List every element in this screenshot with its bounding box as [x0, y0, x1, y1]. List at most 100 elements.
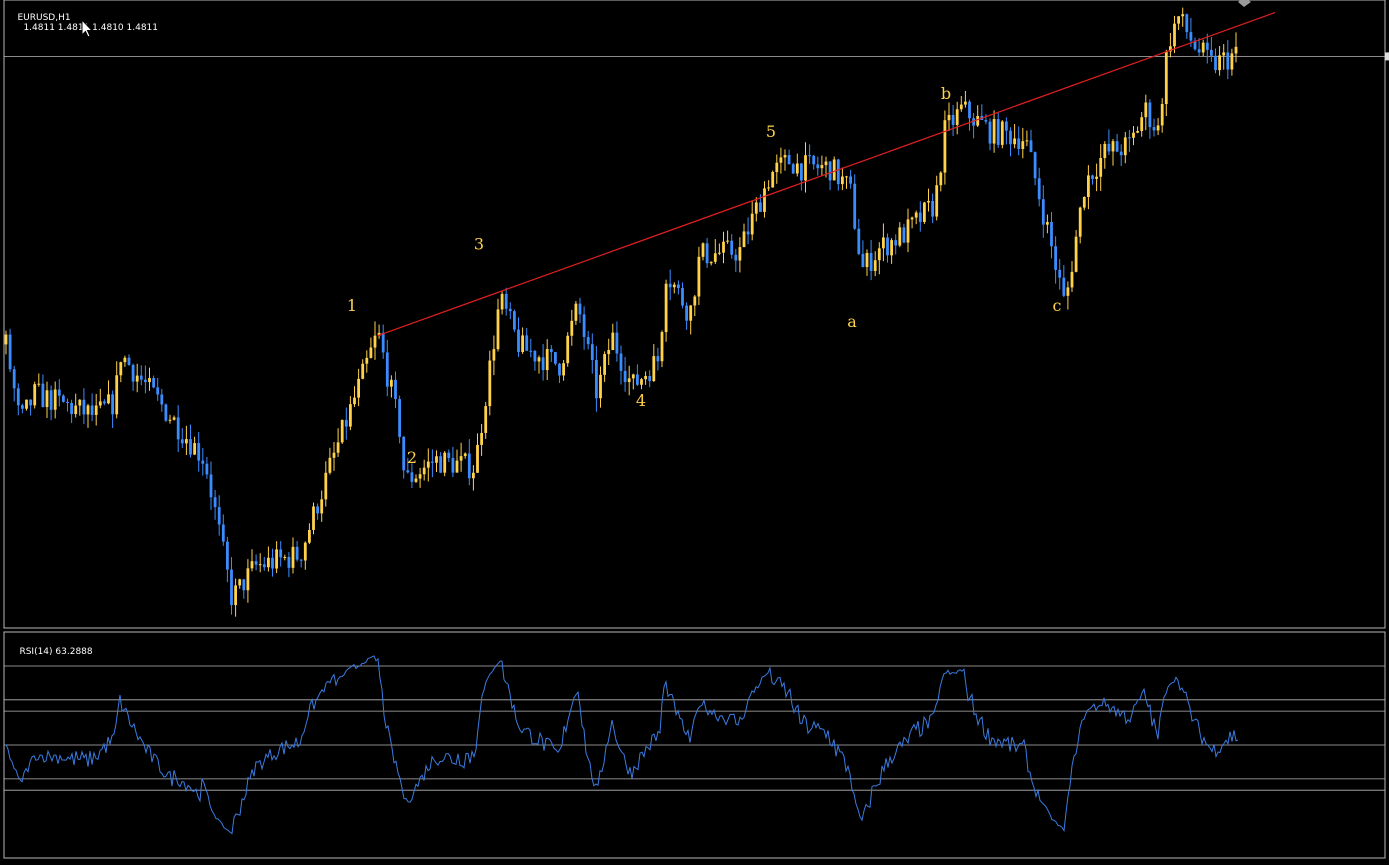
wave-label-1: 1 — [347, 296, 357, 315]
wave-label-4: 4 — [636, 391, 646, 410]
candle-bear — [619, 353, 623, 371]
candle-bull — [303, 542, 307, 561]
candle-bull — [361, 363, 365, 379]
candle-bear — [242, 579, 246, 591]
candle-bull — [820, 165, 824, 169]
candle-bull — [1201, 42, 1205, 53]
wave-label-c: c — [1053, 296, 1062, 315]
candle-bull — [718, 252, 721, 254]
candle-bull — [37, 383, 41, 385]
candle-bull — [86, 405, 90, 415]
wave-label-5: 5 — [766, 122, 776, 141]
candle-bear — [164, 404, 168, 421]
candle-bear — [1037, 178, 1041, 200]
candle-bull — [193, 443, 196, 455]
candle-bear — [394, 379, 397, 400]
candle-bull — [767, 187, 770, 189]
candle-bear — [787, 155, 791, 165]
candle-bull — [1156, 125, 1160, 131]
candle-bull — [910, 217, 914, 220]
candle-bear — [12, 369, 16, 389]
candle-bear — [549, 348, 553, 353]
candle-bull — [74, 405, 78, 415]
candle-bear — [209, 474, 213, 498]
candle-bull — [168, 419, 172, 421]
symbol-label: EURUSD,H1 — [17, 13, 71, 23]
candle-bull — [246, 568, 250, 591]
candle-bear — [90, 405, 94, 415]
candle-bear — [205, 463, 209, 475]
candle-bull — [488, 360, 492, 407]
candle-bear — [217, 507, 221, 525]
candle-bear — [849, 176, 852, 184]
candle-bear — [857, 228, 861, 254]
candle-bear — [1189, 32, 1193, 41]
candle-bull — [754, 202, 758, 214]
chart-window[interactable]: 12345abc EURUSD,H1 1.4811 1.4811 1.4810 … — [0, 0, 1389, 861]
candle-bear — [271, 557, 274, 569]
candle-bear — [1107, 143, 1111, 152]
candle-bull — [365, 357, 369, 364]
candle-bull — [652, 356, 656, 382]
candle-bear — [931, 200, 934, 217]
candle-bull — [763, 188, 766, 212]
candle-bear — [996, 119, 1000, 145]
candle-bull — [369, 347, 373, 358]
candle-bull — [566, 335, 570, 364]
candle-bull — [1095, 176, 1098, 179]
candle-bear — [1091, 175, 1094, 179]
candle-bear — [1033, 152, 1037, 179]
candle-bull — [841, 176, 844, 185]
candle-bull — [701, 243, 705, 257]
candle-bull — [927, 200, 930, 203]
candle-bull — [722, 241, 725, 253]
candle-bull — [1078, 207, 1082, 237]
candle-bear — [8, 334, 12, 370]
candle-bull — [1181, 14, 1185, 17]
candle-bull — [78, 399, 82, 406]
candle-bear — [1115, 141, 1119, 152]
candle-bear — [1058, 269, 1062, 278]
candle-bull — [697, 256, 701, 297]
candle-bull — [1160, 103, 1164, 126]
candle-bear — [279, 549, 283, 558]
candle-bear — [1226, 52, 1230, 70]
candle-bull — [1132, 132, 1135, 138]
candle-bear — [668, 283, 672, 288]
chart-canvas[interactable]: 1 2 3 4 5 a b c — [0, 0, 1389, 861]
candle-bull — [775, 162, 779, 173]
candle-bull — [115, 375, 119, 415]
candle-bull — [1087, 175, 1090, 197]
candle-bear — [554, 352, 557, 364]
candle-bull — [463, 453, 467, 457]
candle-bull — [476, 444, 479, 473]
candle-bear — [254, 561, 258, 565]
candle-bear — [1050, 222, 1053, 247]
candle-bull — [53, 389, 57, 410]
candle-bull — [1046, 222, 1049, 225]
candle-bear — [447, 452, 451, 459]
candle-bull — [238, 579, 242, 586]
candle-bull — [906, 219, 910, 243]
candle-bear — [299, 559, 303, 561]
candle-bull — [390, 379, 393, 387]
candle-bull — [25, 399, 28, 409]
candle-bear — [886, 237, 889, 256]
candle-bear — [615, 332, 619, 354]
candle-bull — [33, 384, 37, 406]
candle-bear — [586, 336, 590, 345]
candle-bear — [685, 305, 688, 321]
candle-bull — [865, 252, 869, 268]
candle-bull — [1222, 52, 1226, 56]
candle-bull — [472, 472, 475, 479]
candle-bull — [1000, 121, 1004, 145]
candle-bear — [791, 164, 795, 174]
candle-bull — [976, 116, 980, 126]
candle-bull — [492, 349, 496, 361]
wave-label-3: 3 — [474, 234, 484, 253]
candle-bull — [964, 101, 967, 105]
candle-bear — [746, 231, 750, 235]
candle-bull — [890, 240, 893, 256]
candle-bear — [103, 401, 106, 404]
candle-bear — [197, 443, 201, 461]
